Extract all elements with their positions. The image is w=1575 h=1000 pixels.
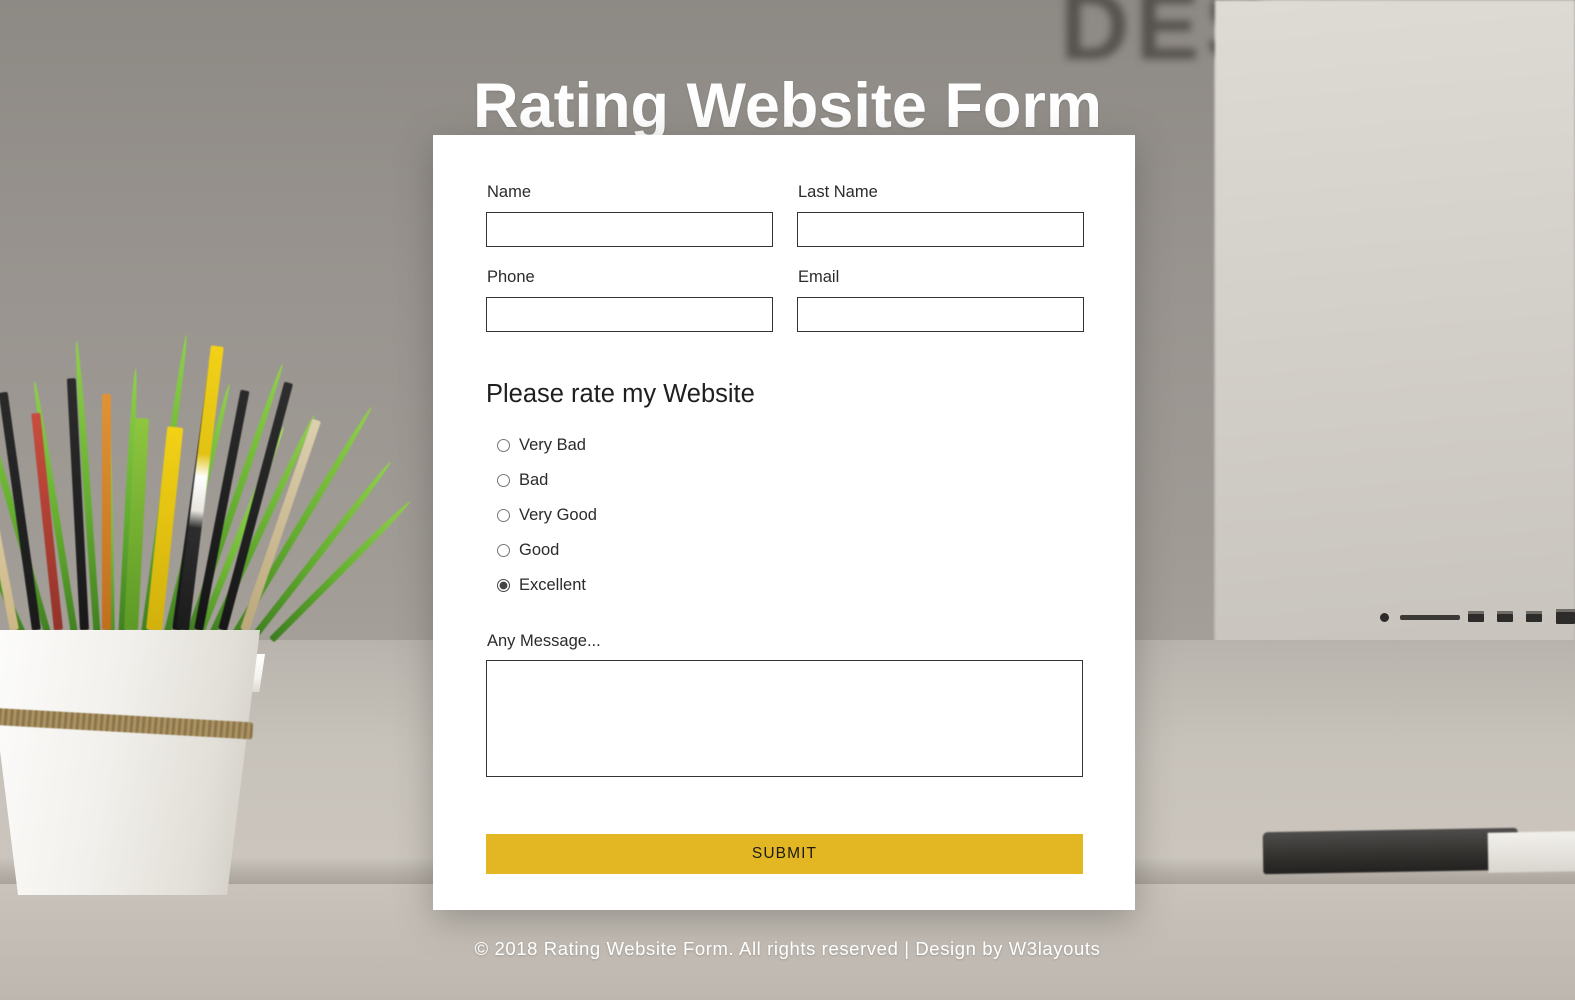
row-spacer [486,247,1083,268]
form-body: Name Last Name Phone Email Please rate m… [433,135,1135,875]
rating-label-good[interactable]: Good [519,542,559,559]
rating-radio-group: Very Bad Bad Very Good Good Excellent [486,428,1083,603]
name-input[interactable] [486,211,773,247]
rating-radio-very-bad[interactable] [497,439,510,453]
message-textarea[interactable] [486,660,1083,778]
rating-heading: Please rate my Website [486,379,755,408]
rating-radio-good[interactable] [497,544,510,558]
rating-radio-bad[interactable] [497,474,510,488]
email-input[interactable] [797,296,1084,332]
rating-option-very-good[interactable]: Very Good [497,498,1083,533]
page-root: Rating Website Form Name Last Name Phone [0,0,1575,1000]
contact-row: Phone Email [486,268,1084,332]
rating-label-excellent[interactable]: Excellent [519,577,586,594]
page-title: Rating Website Form [473,71,1102,142]
rating-radio-very-good[interactable] [497,509,510,523]
rating-label-very-bad[interactable]: Very Bad [519,437,586,454]
rating-form-card: Name Last Name Phone Email Please rate m… [433,135,1135,910]
field-phone: Phone [486,268,773,332]
footer-copyright: © 2018 Rating Website Form. All rights r… [474,938,1101,959]
field-name: Name [486,183,773,247]
field-last-name: Last Name [797,183,1084,247]
name-label: Name [487,183,532,201]
name-row: Name Last Name [486,183,1084,247]
rating-option-very-bad[interactable]: Very Bad [497,428,1083,463]
field-email: Email [797,268,1084,332]
message-label: Any Message... [487,632,601,651]
last-name-input[interactable] [797,211,1084,247]
last-name-label: Last Name [798,183,878,201]
phone-input[interactable] [486,296,773,332]
rating-label-bad[interactable]: Bad [519,472,548,489]
submit-button[interactable]: SUBMIT [486,834,1083,875]
email-label: Email [798,267,840,286]
rating-radio-excellent[interactable] [497,579,510,593]
phone-label: Phone [487,267,535,286]
rating-option-good[interactable]: Good [497,533,1083,568]
rating-option-bad[interactable]: Bad [497,463,1083,498]
rating-label-very-good[interactable]: Very Good [519,507,597,524]
rating-option-excellent[interactable]: Excellent [497,568,1083,603]
